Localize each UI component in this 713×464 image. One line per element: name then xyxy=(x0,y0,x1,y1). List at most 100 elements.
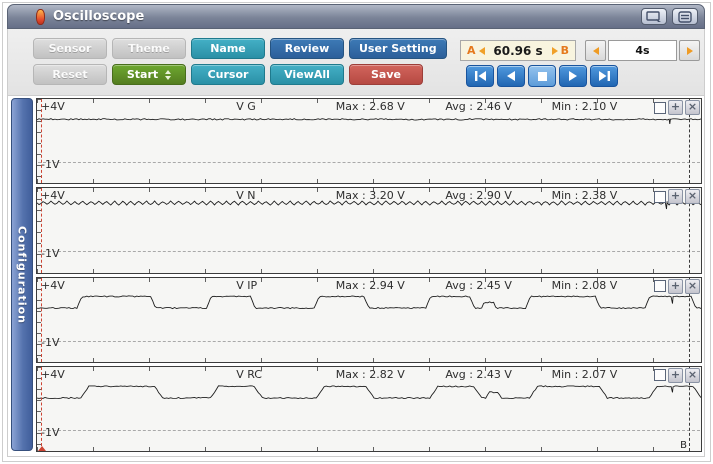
cursor-ab-time-display: A 60.96 s B xyxy=(460,40,576,61)
max-value: Max : 3.20 V xyxy=(336,189,405,202)
channel-close-button[interactable]: × xyxy=(685,279,700,294)
min-value: Min : 2.10 V xyxy=(552,100,618,113)
window-title: Oscilloscope xyxy=(53,9,144,24)
channel-checkbox[interactable] xyxy=(654,369,666,381)
capture-button[interactable] xyxy=(641,8,667,25)
channel-panel[interactable]: +4V V IP Max : 2.94 V Avg : 2.45 V Min :… xyxy=(36,277,702,363)
toolbar: Sensor Theme Name Review User Setting Reset S… xyxy=(7,29,705,95)
channel-checkbox[interactable] xyxy=(654,102,666,114)
channel-panel[interactable]: +4V V G Max : 2.68 V Avg : 2.46 V Min : … xyxy=(36,98,702,184)
channel-controls: + × xyxy=(654,189,700,204)
min-value: Min : 2.08 V xyxy=(552,279,618,292)
avg-value: Avg : 2.90 V xyxy=(445,189,512,202)
channel-zoom-button[interactable]: + xyxy=(668,100,683,115)
toolbar-row-2: Reset Start Cursor ViewAll Save xyxy=(33,64,423,85)
min-value: Min : 2.07 V xyxy=(552,368,618,381)
minus-1v-gridline xyxy=(38,341,700,342)
minus-1v-gridline xyxy=(38,162,700,163)
button-label: ViewAll xyxy=(284,68,330,81)
cursor-a-line[interactable] xyxy=(41,367,42,451)
button-label: Review xyxy=(285,42,330,55)
x-axis-ticks-bottom xyxy=(37,269,701,273)
channel-name: V N xyxy=(236,189,255,202)
sensor-button[interactable]: Sensor xyxy=(33,38,107,59)
spinner-icon[interactable] xyxy=(165,70,171,80)
y-min-label: -1V xyxy=(41,426,60,439)
layout-button[interactable] xyxy=(672,8,698,25)
window-size-increase-button[interactable] xyxy=(679,40,700,61)
save-button[interactable]: Save xyxy=(349,64,423,85)
channel-checkbox[interactable] xyxy=(654,280,666,292)
cursor-button[interactable]: Cursor xyxy=(191,64,265,85)
cursor-a-line[interactable] xyxy=(41,188,42,272)
step-back-button[interactable] xyxy=(497,65,525,87)
cursor-a-arrow-icon[interactable] xyxy=(479,47,485,55)
button-label: Cursor xyxy=(208,68,249,81)
y-min-label: -1V xyxy=(41,158,60,171)
plot-column: +4V V G Max : 2.68 V Avg : 2.46 V Min : … xyxy=(36,96,702,454)
channel-panel[interactable]: +4V V N Max : 3.20 V Avg : 2.90 V Min : … xyxy=(36,187,702,273)
x-axis-ticks-bottom xyxy=(37,447,701,451)
configuration-tab[interactable]: Configuration xyxy=(11,98,33,451)
max-value: Max : 2.94 V xyxy=(336,279,405,292)
button-label: Sensor xyxy=(49,42,92,55)
minus-1v-gridline xyxy=(38,251,700,252)
avg-value: Avg : 2.45 V xyxy=(445,279,512,292)
button-label: Theme xyxy=(128,42,170,55)
play-button[interactable] xyxy=(559,65,587,87)
channel-zoom-button[interactable]: + xyxy=(668,279,683,294)
channel-controls: + × xyxy=(654,279,700,294)
channel-controls: + × xyxy=(654,368,700,383)
monitor-icon xyxy=(646,11,662,23)
y-max-label: +4V xyxy=(41,368,65,381)
theme-button[interactable]: Theme xyxy=(112,38,186,59)
y-min-label: -1V xyxy=(41,336,60,349)
button-label: Save xyxy=(371,68,401,81)
skip-to-start-button[interactable] xyxy=(466,65,494,87)
cursor-b-label: B xyxy=(561,44,569,57)
button-label: Name xyxy=(210,42,246,55)
channel-close-button[interactable]: × xyxy=(685,100,700,115)
cursor-b-arrow-icon[interactable] xyxy=(552,47,558,55)
chart-area: Configuration +4V V G Max : 2.68 V Avg :… xyxy=(7,95,705,457)
button-label: Reset xyxy=(52,68,87,81)
playback-controls xyxy=(466,65,618,87)
cursor-a-label: A xyxy=(467,44,476,57)
review-button[interactable]: Review xyxy=(270,38,344,59)
channel-close-button[interactable]: × xyxy=(685,189,700,204)
y-max-label: +4V xyxy=(41,189,65,202)
minus-1v-gridline xyxy=(38,430,700,431)
avg-value: Avg : 2.46 V xyxy=(445,100,512,113)
min-value: Min : 2.38 V xyxy=(552,189,618,202)
reset-button[interactable]: Reset xyxy=(33,64,107,85)
channel-zoom-button[interactable]: + xyxy=(668,189,683,204)
window-size-value[interactable]: 4s xyxy=(608,40,677,61)
cursor-a-marker-icon xyxy=(38,446,46,451)
y-max-label: +4V xyxy=(41,279,65,292)
panel-lines-icon xyxy=(678,11,692,23)
app-icon xyxy=(36,9,45,25)
user-setting-button[interactable]: User Setting xyxy=(349,38,447,59)
channel-close-button[interactable]: × xyxy=(685,368,700,383)
avg-value: Avg : 2.43 V xyxy=(445,368,512,381)
y-min-label: -1V xyxy=(41,247,60,260)
skip-to-end-button[interactable] xyxy=(590,65,618,87)
channel-name: V RC xyxy=(236,368,262,381)
channel-zoom-button[interactable]: + xyxy=(668,368,683,383)
cursor-a-line[interactable] xyxy=(41,99,42,183)
stop-button[interactable] xyxy=(528,65,556,87)
ab-time-value: 60.96 s xyxy=(488,44,549,58)
channel-panel[interactable]: +4V V RC Max : 2.82 V Avg : 2.43 V Min :… xyxy=(36,366,702,452)
window-size-decrease-button[interactable] xyxy=(585,40,606,61)
x-axis-ticks-bottom xyxy=(37,358,701,362)
cursor-a-line[interactable] xyxy=(41,278,42,362)
viewall-button[interactable]: ViewAll xyxy=(270,64,344,85)
channel-name: V IP xyxy=(236,279,257,292)
name-button[interactable]: Name xyxy=(191,38,265,59)
x-axis-ticks-bottom xyxy=(37,179,701,183)
max-value: Max : 2.82 V xyxy=(336,368,405,381)
start-button[interactable]: Start xyxy=(112,64,186,85)
channel-checkbox[interactable] xyxy=(654,191,666,203)
titlebar[interactable]: Oscilloscope xyxy=(7,4,705,29)
button-label: User Setting xyxy=(359,42,437,55)
